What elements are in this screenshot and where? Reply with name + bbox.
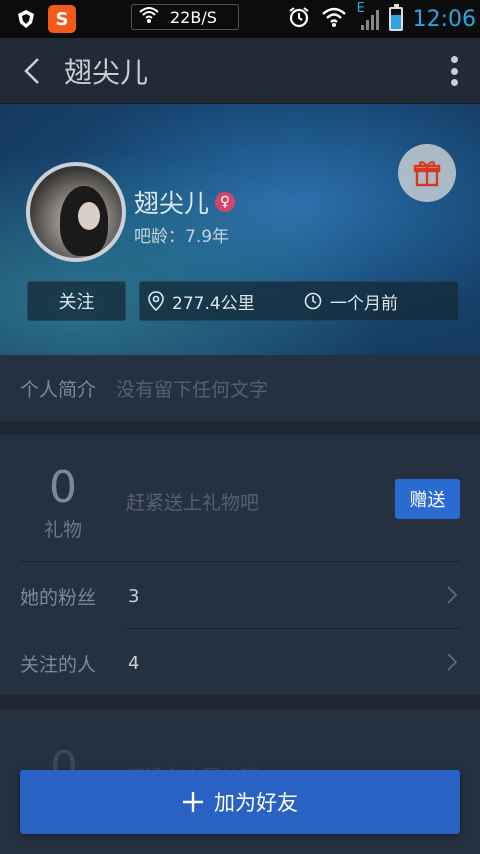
chevron-right-icon bbox=[447, 653, 458, 671]
wifi-signal-icon bbox=[321, 6, 347, 32]
fans-label: 她的粉丝 bbox=[20, 586, 97, 609]
intro-value: 没有留下任何文字 bbox=[116, 378, 269, 401]
gift-button[interactable] bbox=[398, 144, 456, 202]
clock: 12:06 bbox=[412, 6, 476, 32]
more-dot-icon bbox=[450, 67, 458, 75]
page-title: 翅尖儿 bbox=[64, 55, 149, 89]
chevron-left-icon bbox=[24, 57, 39, 84]
user-name: 翅尖儿 bbox=[134, 189, 210, 218]
location-pin-icon bbox=[148, 291, 164, 311]
alarm-icon bbox=[287, 5, 311, 33]
network-speed-indicator: 22B/S bbox=[131, 4, 239, 30]
gift-count-number: 0 bbox=[49, 462, 77, 513]
more-dot-icon bbox=[450, 56, 458, 63]
add-friend-label: 加为好友 bbox=[214, 791, 298, 815]
bar-age: 吧龄：7.9年 bbox=[134, 227, 230, 247]
gift-count-label: 礼物 bbox=[43, 519, 82, 541]
following-label: 关注的人 bbox=[20, 653, 97, 676]
divider bbox=[126, 628, 460, 629]
stats-card: 0 礼物 赶紧送上礼物吧 赠送 她的粉丝 3 关注的人 4 bbox=[0, 435, 480, 695]
more-options-button[interactable] bbox=[450, 56, 458, 86]
wifi-icon bbox=[138, 6, 160, 28]
following-count: 4 bbox=[128, 652, 140, 674]
clock-icon bbox=[304, 292, 322, 310]
divider bbox=[20, 561, 460, 562]
follow-button[interactable]: 关注 bbox=[27, 281, 126, 321]
gift-hint: 赶紧送上礼物吧 bbox=[126, 492, 260, 514]
last-active-item: 一个月前 bbox=[304, 289, 398, 314]
sogou-icon: S bbox=[48, 5, 76, 33]
gift-icon bbox=[413, 161, 441, 187]
following-row[interactable]: 关注的人 4 bbox=[0, 630, 480, 696]
distance-text: 277.4公里 bbox=[172, 293, 255, 314]
avatar[interactable] bbox=[26, 162, 126, 262]
fans-row[interactable]: 她的粉丝 3 bbox=[0, 563, 480, 629]
app-bar: 翅尖儿 bbox=[0, 38, 480, 104]
last-active-text: 一个月前 bbox=[330, 293, 398, 314]
battery-icon bbox=[388, 4, 403, 31]
add-friend-button[interactable]: 加为好友 bbox=[20, 770, 460, 834]
back-button[interactable] bbox=[0, 38, 64, 104]
female-icon: ♀ bbox=[215, 192, 236, 212]
status-bar: S 22B/S E 12:06 bbox=[0, 0, 480, 38]
send-gift-button[interactable]: 赠送 bbox=[395, 479, 460, 519]
intro-row: 个人简介 没有留下任何文字 bbox=[0, 355, 480, 421]
chevron-right-icon bbox=[447, 586, 458, 604]
distance-item: 277.4公里 bbox=[148, 289, 255, 314]
intro-label: 个人简介 bbox=[20, 378, 97, 401]
shield-icon bbox=[14, 7, 38, 31]
more-dot-icon bbox=[450, 79, 458, 86]
user-name-row: 翅尖儿 ♀ bbox=[134, 184, 236, 220]
net-speed: 22B/S bbox=[170, 7, 217, 27]
location-info-bar: 277.4公里 一个月前 bbox=[139, 281, 459, 321]
fans-count: 3 bbox=[128, 585, 140, 607]
profile-header: 翅尖儿 ♀ 吧龄：7.9年 关注 277.4公里 一个月前 bbox=[0, 104, 480, 355]
cell-signal-icon: E bbox=[357, 1, 379, 31]
network-type: E bbox=[356, 1, 365, 16]
gift-count: 0 礼物 bbox=[20, 463, 106, 542]
plus-icon bbox=[183, 792, 203, 812]
